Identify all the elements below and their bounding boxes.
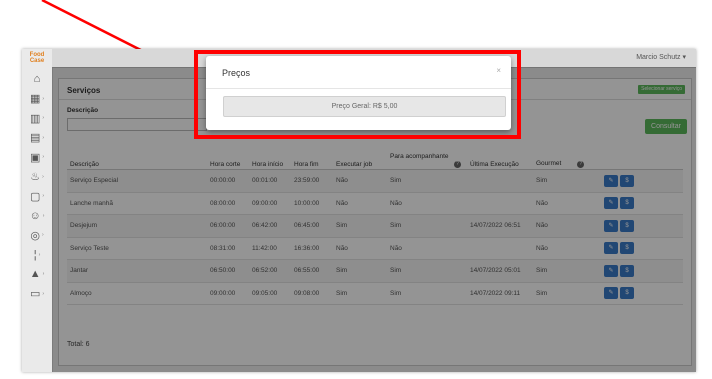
clipboard-icon: ▣ [29,151,41,164]
thermometer-icon: ¦ [33,248,37,261]
sidebar-item[interactable]: ⌂ [25,71,49,87]
sidebar-item[interactable]: ▦ › [25,91,49,107]
user-menu[interactable]: Marcio Schutz ▾ [636,53,686,61]
sidebar: Food Case ⌂ ▦ › ▥ › ▤ › ▣ › ♨ › ▢ › ☺ › ◎ › ¦ › ▲ › ▭ › [22,49,53,372]
sidebar-item[interactable]: ▭ › [25,286,49,302]
sidebar-item[interactable]: ▤ › [25,130,49,146]
chevron-right-icon: › [42,290,45,297]
dishes-icon: ◎ [30,229,40,242]
box-icon: ▤ [29,132,41,144]
home-icon: ⌂ [33,73,41,85]
flask-icon: ▲ [29,268,41,280]
chevron-right-icon: › [42,173,44,180]
sidebar-item[interactable]: ☺ › [25,208,49,224]
chevron-right-icon: › [42,193,45,199]
sidebar-item[interactable]: ♨ › [25,169,49,185]
sidebar-item[interactable]: ◎ › [25,227,49,243]
chevron-right-icon: › [38,251,41,258]
monitor-icon: ▭ [29,288,41,300]
chart-icon: ▥ [29,112,41,125]
grid-icon: ▦ [29,93,41,105]
sidebar-item[interactable]: ▢ › [25,188,49,204]
chevron-right-icon: › [42,134,45,141]
sidebar-item[interactable]: ▣ › [25,149,49,165]
chevron-right-icon: › [42,271,45,277]
chevron-right-icon: › [42,154,45,160]
chevron-right-icon: › [41,232,44,238]
chevron-right-icon: › [42,115,45,121]
kitchen-icon: ♨ [30,171,41,183]
app-logo: Food Case [29,52,45,64]
sidebar-item[interactable]: ▥ › [25,110,49,126]
chevron-right-icon: › [42,212,45,219]
sidebar-item[interactable]: ▲ › [25,266,49,282]
sidebar-item[interactable]: ¦ › [25,247,49,263]
chevron-right-icon: › [42,95,45,102]
people-icon: ☺ [29,209,41,222]
document-icon: ▢ [29,190,41,203]
red-highlight-box [194,50,521,139]
